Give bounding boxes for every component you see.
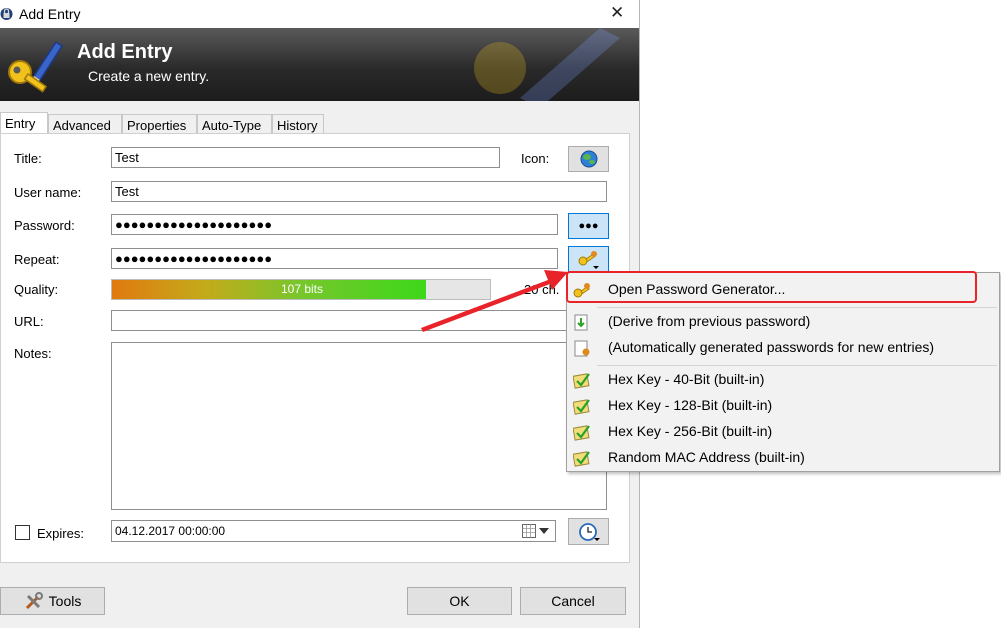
menu-item-auto-generated[interactable]: (Automatically generated passwords for n… bbox=[567, 335, 999, 361]
repeat-label: Repeat: bbox=[14, 252, 60, 267]
profile-check-icon bbox=[573, 425, 590, 441]
url-field[interactable] bbox=[111, 310, 607, 331]
title-bar: Add Entry ✕ bbox=[0, 0, 639, 28]
tools-button[interactable]: Tools bbox=[0, 587, 105, 615]
key-pencil-icon bbox=[8, 40, 64, 93]
password-label: Password: bbox=[14, 218, 75, 233]
password-field[interactable]: ●●●●●●●●●●●●●●●●●●●● bbox=[111, 214, 558, 235]
menu-item-random-mac[interactable]: Random MAC Address (built-in) bbox=[567, 445, 999, 471]
expires-label: Expires: bbox=[37, 526, 84, 541]
expires-date-value: 04.12.2017 00:00:00 bbox=[115, 524, 226, 538]
menu-item-label: (Automatically generated passwords for n… bbox=[608, 339, 935, 355]
menu-item-derive-previous[interactable]: (Derive from previous password) bbox=[567, 309, 999, 335]
tools-button-label: Tools bbox=[48, 593, 82, 609]
repeat-password-field[interactable]: ●●●●●●●●●●●●●●●●●●●● bbox=[111, 248, 558, 269]
username-field[interactable]: Test bbox=[111, 181, 607, 202]
tab-properties[interactable]: Properties bbox=[122, 114, 197, 134]
banner-title: Add Entry bbox=[77, 41, 173, 63]
tab-entry[interactable]: Entry bbox=[0, 112, 48, 135]
menu-item-label: Hex Key - 40-Bit (built-in) bbox=[608, 371, 765, 387]
tab-history[interactable]: History bbox=[272, 114, 324, 134]
banner-watermark-icon bbox=[474, 28, 620, 101]
menu-item-label: Hex Key - 256-Bit (built-in) bbox=[608, 423, 773, 439]
title-field[interactable]: Test bbox=[111, 147, 500, 168]
clock-icon bbox=[578, 522, 600, 541]
quality-bar: 107 bits bbox=[111, 279, 491, 300]
globe-icon bbox=[580, 150, 597, 168]
notes-label: Notes: bbox=[14, 346, 52, 361]
menu-item-label: Hex Key - 128-Bit (built-in) bbox=[608, 397, 773, 413]
derive-arrow-icon bbox=[574, 314, 588, 331]
banner-subtitle: Create a new entry. bbox=[88, 68, 210, 84]
profile-check-icon bbox=[573, 373, 590, 389]
key-gear-icon bbox=[578, 251, 599, 269]
tab-advanced[interactable]: Advanced bbox=[48, 114, 122, 134]
chevron-down-icon[interactable] bbox=[539, 528, 549, 534]
document-gear-icon bbox=[574, 340, 590, 357]
tab-auto-type[interactable]: Auto-Type bbox=[197, 114, 272, 134]
close-icon[interactable]: ✕ bbox=[610, 3, 624, 23]
tools-icon bbox=[25, 592, 43, 610]
username-label: User name: bbox=[14, 185, 82, 200]
icon-picker-button[interactable] bbox=[568, 146, 609, 172]
menu-item-hex-key-40[interactable]: Hex Key - 40-Bit (built-in) bbox=[567, 367, 999, 393]
profile-check-icon bbox=[573, 399, 590, 415]
expiry-presets-button[interactable] bbox=[568, 518, 609, 545]
profile-check-icon bbox=[573, 451, 590, 467]
url-label: URL: bbox=[14, 314, 44, 329]
window-title: Add Entry bbox=[19, 6, 81, 22]
quality-char-count: 20 ch. bbox=[524, 282, 560, 297]
show-password-toggle[interactable]: ●●● bbox=[568, 213, 609, 239]
quality-label: Quality: bbox=[14, 282, 59, 297]
menu-separator bbox=[597, 307, 997, 308]
menu-item-hex-key-128[interactable]: Hex Key - 128-Bit (built-in) bbox=[567, 393, 999, 419]
menu-item-label: Random MAC Address (built-in) bbox=[608, 449, 805, 465]
menu-item-label: (Derive from previous password) bbox=[608, 313, 811, 329]
expires-checkbox[interactable] bbox=[15, 525, 30, 540]
menu-item-hex-key-256[interactable]: Hex Key - 256-Bit (built-in) bbox=[567, 419, 999, 445]
notes-textarea[interactable] bbox=[111, 342, 607, 510]
tab-strip: Entry Advanced Properties Auto-Type Hist… bbox=[0, 112, 324, 135]
quality-bits-text: 107 bits bbox=[280, 282, 324, 296]
password-generator-button[interactable] bbox=[568, 246, 609, 272]
banner: Add Entry Create a new entry. bbox=[0, 28, 639, 101]
expires-date-field[interactable]: 04.12.2017 00:00:00 bbox=[111, 520, 556, 542]
lock-icon bbox=[0, 8, 13, 20]
ok-button[interactable]: OK bbox=[407, 587, 512, 615]
title-label: Title: bbox=[14, 151, 42, 166]
add-entry-dialog: Add Entry ✕ Add Entry Create a new entry… bbox=[0, 0, 640, 628]
calendar-icon[interactable] bbox=[522, 524, 536, 538]
icon-label: Icon: bbox=[521, 151, 550, 166]
menu-separator bbox=[597, 365, 997, 366]
annotation-highlight-box bbox=[566, 271, 977, 303]
cancel-button[interactable]: Cancel bbox=[520, 587, 626, 615]
